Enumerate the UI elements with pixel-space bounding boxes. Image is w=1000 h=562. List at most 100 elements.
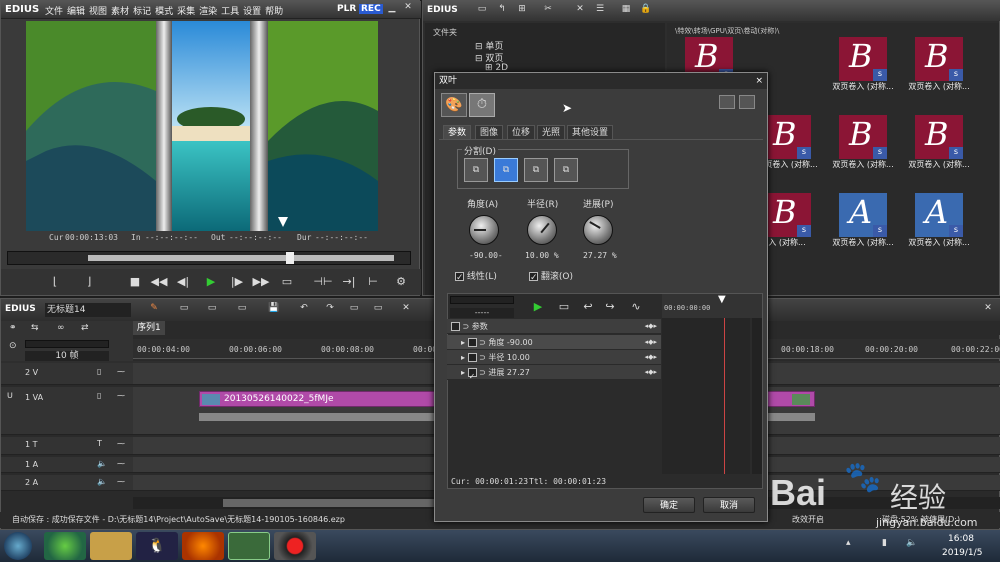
cut-icon[interactable]: ✂ (541, 4, 555, 14)
menu-capture[interactable]: 采集 (177, 7, 195, 17)
set-out-icon[interactable]: ⌋ (79, 273, 99, 291)
taskbar-browser-icon[interactable] (44, 532, 86, 560)
track-header-1t[interactable]: 1 T T ⁓ (1, 437, 133, 455)
zoom-slider[interactable] (25, 340, 109, 348)
kf-playhead-icon[interactable]: ▼ (718, 294, 726, 305)
palette-icon[interactable]: 🎨 (441, 93, 467, 117)
fast-forward-icon[interactable]: ▶▶ (251, 273, 271, 291)
zoom-value[interactable]: 10 帧 (25, 351, 109, 361)
menu-tools[interactable]: 工具 (221, 7, 239, 17)
open-project-icon[interactable]: ▭ (235, 303, 249, 313)
step-forward-icon[interactable]: |▶ (227, 273, 247, 291)
tab-other[interactable]: 其他设置 (567, 125, 614, 139)
effect-thumb[interactable]: As 双页卷入 (对称... (903, 193, 975, 255)
step-back-icon[interactable]: ◀| (173, 273, 193, 291)
kf-redo-icon[interactable]: ↪ (600, 298, 620, 316)
checkbox-checked-icon[interactable]: ✓ (467, 368, 477, 381)
kf-zoom-slider[interactable] (450, 296, 514, 304)
menu-settings[interactable]: 设置 (243, 7, 261, 17)
effect-thumb[interactable]: Bs 双页卷入 (对称... (903, 37, 975, 99)
save-preset-icon[interactable] (739, 95, 755, 109)
redo-icon[interactable]: ↷ (323, 303, 337, 313)
preview-monitor[interactable] (26, 21, 378, 231)
properties-icon[interactable]: ☰ (593, 4, 607, 14)
effect-thumb[interactable]: As 双页卷入 (对称... (827, 193, 899, 255)
kf-row-value[interactable]: -90.00 (507, 338, 533, 347)
folder-icon[interactable]: ▭ (475, 4, 489, 14)
new-sequence-icon[interactable]: ▭ (177, 303, 191, 313)
scrub-handle[interactable] (286, 252, 294, 264)
effect-thumb[interactable]: Bs 双页卷入 (对称... (827, 115, 899, 177)
menu-view[interactable]: 视图 (89, 7, 107, 17)
kf-row-checkbox[interactable] (467, 338, 477, 347)
overwrite-icon[interactable]: →| (339, 273, 359, 291)
flip-checkbox[interactable]: ✓ 翻滚(O) (529, 269, 573, 283)
menu-marker[interactable]: 标记 (133, 7, 151, 17)
kf-undo-icon[interactable]: ↩ (578, 298, 598, 316)
kf-loop-icon[interactable]: ▭ (554, 298, 574, 316)
close-effect-icon[interactable]: ✕ (573, 4, 587, 14)
loop-icon[interactable]: ▭ (277, 273, 297, 291)
undo-icon[interactable]: ↶ (297, 303, 311, 313)
save-icon[interactable]: 💾 (267, 303, 281, 313)
taskbar-edius-icon[interactable] (228, 532, 270, 560)
progress-knob[interactable] (583, 215, 613, 245)
kf-row-value[interactable]: 27.27 (507, 368, 530, 377)
track-link-icon[interactable]: ᑌ (7, 391, 13, 400)
menu-edit[interactable]: 编辑 (67, 7, 85, 17)
kf-nav-icon[interactable]: ◂◆▸ (645, 350, 657, 365)
tray-network-icon[interactable]: ▮ (882, 538, 887, 548)
lock-icon[interactable]: 🔒 (639, 4, 653, 14)
plr-indicator[interactable]: PLR (337, 4, 356, 14)
split-option-3[interactable]: ⧉ (524, 158, 548, 182)
insert-icon[interactable]: ⊣⊢ (313, 273, 333, 291)
tray-expand-icon[interactable]: ▴ (846, 538, 851, 548)
open-icon[interactable]: ▭ (205, 303, 219, 313)
timeline-close-icon[interactable]: ✕ (981, 303, 995, 313)
replace-icon[interactable]: ⊢ (363, 273, 383, 291)
menu-mode[interactable]: 模式 (155, 7, 173, 17)
track-expand-icon[interactable]: ⁓ (117, 477, 125, 486)
split-option-4[interactable]: ⧉ (554, 158, 578, 182)
close-icon[interactable]: ✕ (401, 2, 415, 12)
angle-value[interactable]: -90.00- (469, 251, 503, 260)
ok-button[interactable]: 确定 (643, 497, 695, 513)
taskbar-firefox-icon[interactable] (182, 532, 224, 560)
copy-icon[interactable]: ▭ (347, 303, 361, 313)
minimize-icon[interactable]: ▁ (385, 3, 399, 13)
cancel-button[interactable]: 取消 (703, 497, 755, 513)
tab-position[interactable]: 位移 (507, 125, 536, 139)
radius-knob[interactable] (527, 215, 557, 245)
track-header-1a[interactable]: 1 A 🔈 ⁓ (1, 457, 133, 473)
kf-row-params[interactable]: ⊃ 参数 ◂◆▸ (447, 319, 661, 334)
track-header-2v[interactable]: 2 V ▯ ⁓ (1, 363, 133, 385)
kf-nav-icon[interactable]: ◂◆▸ (645, 365, 657, 380)
up-folder-icon[interactable]: ↰ (495, 4, 509, 14)
tab-image[interactable]: 图像 (475, 125, 504, 139)
linear-checkbox[interactable]: ✓ 线性(L) (455, 269, 497, 283)
track-expand-icon[interactable]: ⁓ (117, 439, 125, 448)
kf-row-checkbox[interactable] (451, 322, 460, 331)
menu-help[interactable]: 帮助 (265, 7, 283, 17)
rewind-icon[interactable]: ◀◀ (149, 273, 169, 291)
view-icon[interactable]: ▦ (619, 4, 633, 14)
dialog-close-icon[interactable]: × (755, 73, 763, 89)
taskbar-record-icon[interactable] (274, 532, 316, 560)
kf-row-angle[interactable]: ▸ ⊃ 角度 -90.00 ◂◆▸ (447, 335, 661, 350)
effect-thumb[interactable]: Bs 双页卷入 (对称... (827, 37, 899, 99)
track-header-1va[interactable]: ᑌ 1 VA ▯ ⁓ (1, 387, 133, 435)
kf-dropdown[interactable]: ----- (450, 308, 514, 318)
kf-row-value[interactable]: 10.00 (507, 353, 530, 362)
kf-nav-icon[interactable]: ◂◆▸ (645, 319, 657, 334)
track-expand-icon[interactable]: ⁓ (117, 367, 125, 376)
stopwatch-icon[interactable]: ⏱ (469, 93, 495, 117)
link-icon[interactable]: ⚭ (9, 323, 17, 333)
delete-icon[interactable]: ✕ (399, 303, 413, 313)
kf-vscroll[interactable] (752, 318, 762, 474)
sequence-tab[interactable]: 序列1 (133, 321, 165, 335)
taskbar-qq-icon[interactable]: 🐧 (136, 532, 178, 560)
player-scrub-bar[interactable] (7, 251, 411, 265)
settings-icon[interactable]: ⚙ (391, 273, 411, 291)
split-option-2[interactable]: ⧉ (494, 158, 518, 182)
radius-value[interactable]: 10.00 % (525, 251, 559, 260)
